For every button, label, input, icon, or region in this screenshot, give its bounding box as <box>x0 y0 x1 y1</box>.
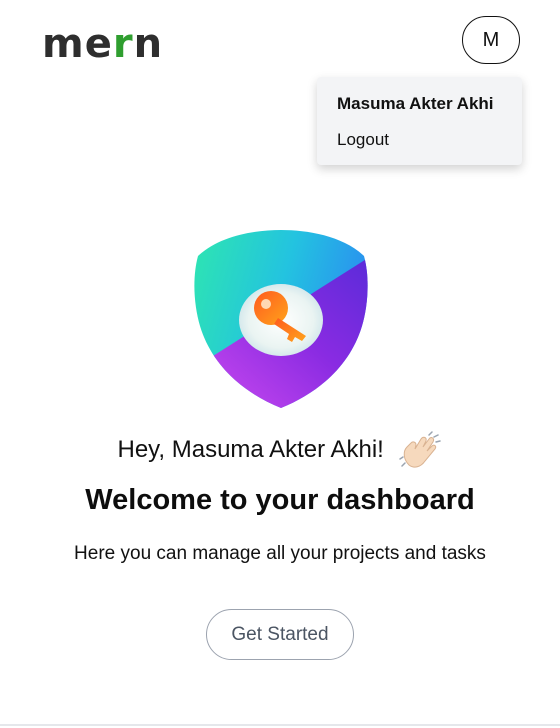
bottom-divider <box>0 724 560 726</box>
get-started-button[interactable]: Get Started <box>206 609 354 660</box>
waving-hand-icon <box>398 430 443 471</box>
user-dropdown-menu: Masuma Akter Akhi Logout <box>317 77 522 165</box>
page-subtitle: Here you can manage all your projects an… <box>74 543 486 564</box>
logo-letter-m: m <box>42 21 85 67</box>
get-started-label: Get Started <box>231 623 329 645</box>
page-title: Welcome to your dashboard <box>85 484 475 516</box>
shield-key-svg <box>194 230 368 408</box>
mern-logo[interactable]: m e r n <box>42 21 164 67</box>
logo-letter-e: e <box>84 21 113 67</box>
logo-letter-n: n <box>133 21 164 67</box>
top-bar: m e r n M <box>0 0 560 82</box>
user-avatar-button[interactable]: M <box>462 16 520 64</box>
logo-letter-r: r <box>112 21 134 67</box>
dropdown-user-name: Masuma Akter Akhi <box>337 94 494 113</box>
greeting-line: Hey, Masuma Akter Akhi! <box>0 430 560 471</box>
greeting-text: Hey, Masuma Akter Akhi! <box>117 436 384 463</box>
dashboard-page: m e r n M Masuma Akter Akhi Logout Hey, … <box>0 0 560 728</box>
avatar-initial: M <box>482 28 500 51</box>
logout-menu-item[interactable]: Logout <box>337 129 502 151</box>
shield-key-icon <box>194 228 368 410</box>
